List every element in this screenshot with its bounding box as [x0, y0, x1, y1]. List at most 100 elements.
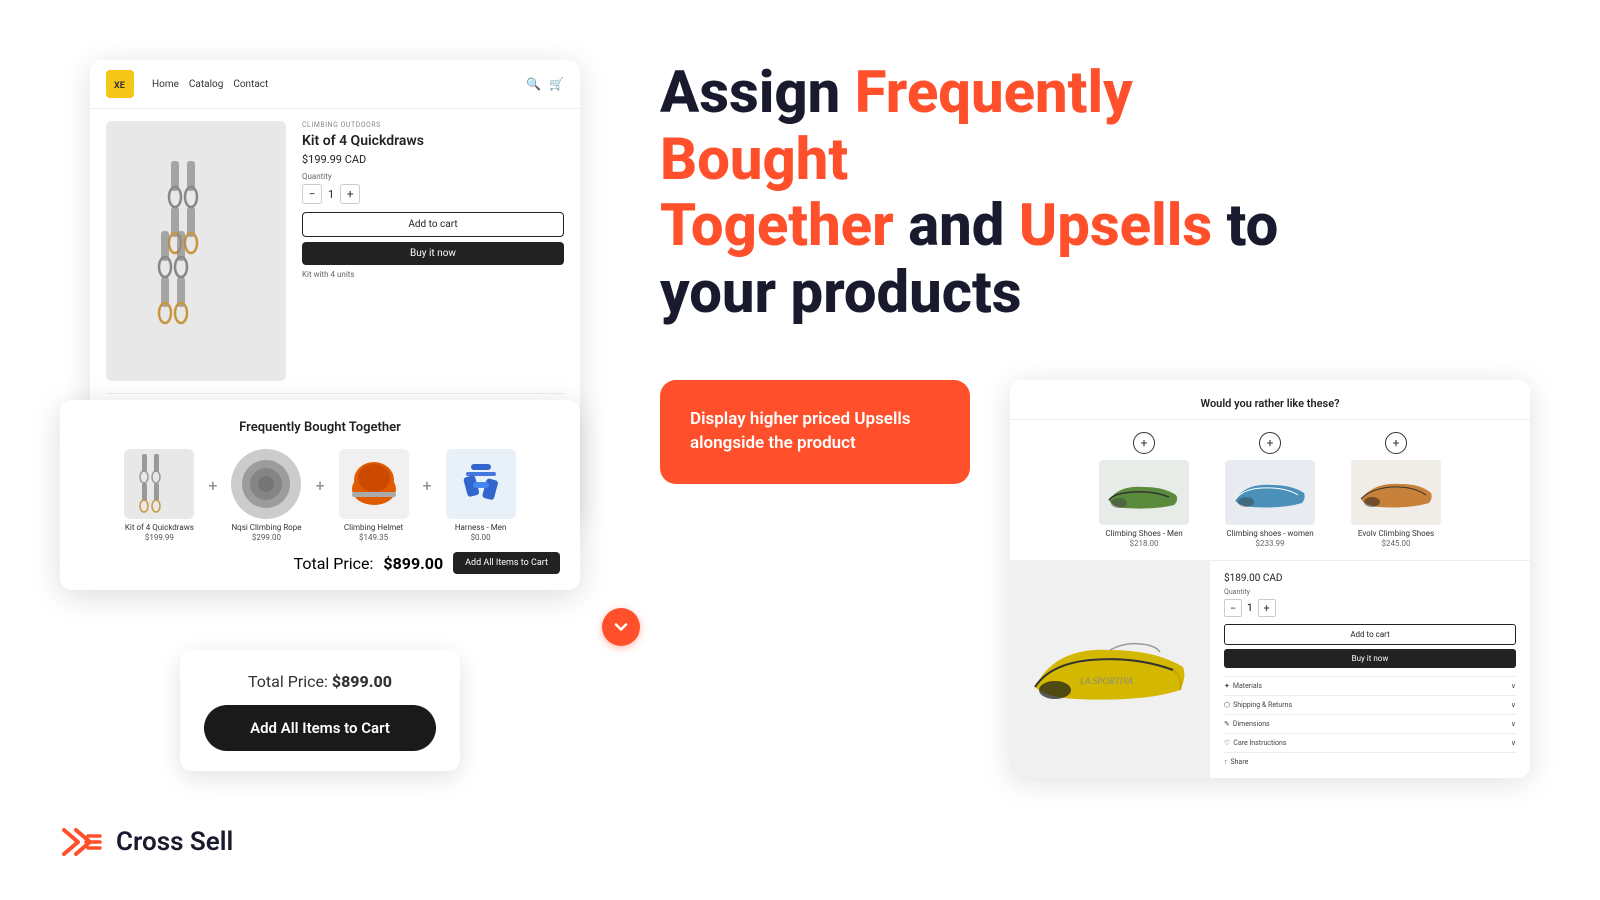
add-to-cart-button[interactable]: Add to cart: [302, 212, 564, 237]
would-you-title: Would you rather like these?: [1200, 397, 1339, 410]
qty-decrease[interactable]: −: [302, 184, 322, 204]
nav-home[interactable]: Home: [152, 79, 179, 90]
plus-2: +: [315, 476, 324, 495]
upsell-product-3: + Evolv Climbing Shoes $245.00: [1341, 432, 1451, 548]
nav-catalog[interactable]: Catalog: [189, 79, 223, 90]
fbt-img-4: [446, 449, 516, 519]
shoe-add-cart-button[interactable]: Add to cart: [1224, 624, 1516, 645]
kit-note: Kit with 4 units: [302, 270, 564, 279]
quantity-control: − 1 +: [302, 184, 564, 204]
plus-3: +: [423, 476, 432, 495]
cross-sell-logo-icon: [60, 820, 104, 864]
upsell-plus-icon-2[interactable]: +: [1259, 432, 1281, 454]
fbt-product-4: Harness - Men $0.00: [436, 449, 526, 542]
upsell-card: Would you rather like these? + Climbing …: [1010, 380, 1530, 778]
upsell-badge-text: Display higher priced Upsells alongside …: [690, 409, 911, 453]
upsell-plus-icon-1[interactable]: +: [1133, 432, 1155, 454]
upsell-img-2: [1225, 460, 1315, 525]
shoe-acc-dimensions[interactable]: ✎ Dimensions ∨: [1224, 714, 1516, 733]
shoe-qty-value: 1: [1247, 603, 1253, 614]
fbt-product-2: Nqsi Climbing Rope $299.00: [221, 449, 311, 542]
shoe-info-area: $189.00 CAD Quantity − 1 + Add to cart B…: [1210, 561, 1530, 778]
nav-contact[interactable]: Contact: [233, 79, 268, 90]
shoe-acc-care[interactable]: ♡ Care Instructions ∨: [1224, 733, 1516, 752]
search-icon[interactable]: 🔍: [526, 77, 541, 91]
fbt-name-3: Climbing Helmet: [344, 523, 403, 533]
fbt-summary: Total Price: $899.00 Add All Items to Ca…: [80, 552, 560, 574]
fbt-price-3: $149.35: [359, 533, 388, 542]
shoe-acc-materials[interactable]: ✦ Materials ∨: [1224, 676, 1516, 695]
upsell-img-1: [1099, 460, 1189, 525]
shoe-image-area: LA SPORTIVA: [1010, 561, 1210, 778]
fbt-name-1: Kit of 4 Quickdraws: [125, 523, 194, 533]
big-add-card: Total Price: $899.00 Add All Items to Ca…: [180, 650, 460, 771]
fbt-name-2: Nqsi Climbing Rope: [231, 523, 301, 533]
fbt-total-label: Total Price:: [294, 554, 374, 573]
fbt-total-price: $899.00: [383, 554, 443, 573]
cart-icon[interactable]: 🛒: [549, 77, 564, 91]
brand-name: Cross Sell: [116, 827, 233, 857]
shoe-share-icon: ↑: [1224, 758, 1228, 766]
shoe-accordion: ✦ Materials ∨ ⬡ Shipping & Returns ∨ ✎ D…: [1224, 676, 1516, 766]
product-brand: CLIMBING OUTDOORS: [302, 121, 564, 129]
add-all-items-button[interactable]: Add All Items to Cart: [204, 705, 436, 751]
shoe-acc-shipping[interactable]: ⬡ Shipping & Returns ∨: [1224, 695, 1516, 714]
quantity-label: Quantity: [302, 172, 564, 181]
nav-icons: 🔍 🛒: [526, 77, 564, 91]
shoe-dimensions-arrow: ∨: [1511, 720, 1516, 728]
headline-part1: Assign: [660, 59, 855, 127]
fbt-title: Frequently Bought Together: [80, 420, 560, 435]
upsell-pprice-3: $245.00: [1381, 539, 1410, 548]
collapse-chevron[interactable]: [602, 608, 640, 646]
headline: Assign Frequently BoughtTogether and Ups…: [660, 60, 1300, 327]
product-info: CLIMBING OUTDOORS Kit of 4 Quickdraws $1…: [302, 121, 564, 381]
fbt-products: Kit of 4 Quickdraws $199.99 + Nqsi Climb…: [80, 449, 560, 542]
fbt-price-1: $199.99: [145, 533, 174, 542]
shoe-care-icon: ♡: [1224, 739, 1230, 747]
buy-now-button[interactable]: Buy it now: [302, 242, 564, 265]
upsell-plus-icon-3[interactable]: +: [1385, 432, 1407, 454]
shopify-nav: XE Home Catalog Contact 🔍 🛒: [90, 60, 580, 109]
shoe-care-arrow: ∨: [1511, 739, 1516, 747]
right-panel: Assign Frequently BoughtTogether and Ups…: [660, 60, 1560, 367]
shoe-materials-arrow: ∨: [1511, 682, 1516, 690]
qty-value: 1: [328, 188, 334, 201]
shoe-dimensions-icon: ✎: [1224, 720, 1230, 728]
product-price: $199.99 CAD: [302, 153, 564, 166]
fbt-product-3: Climbing Helmet $149.35: [329, 449, 419, 542]
shoe-price: $189.00 CAD: [1224, 573, 1516, 584]
plus-1: +: [208, 476, 217, 495]
add-all-small-button[interactable]: Add All Items to Cart: [453, 552, 560, 574]
fbt-img-1: [124, 449, 194, 519]
shoe-qty-label: Quantity: [1224, 588, 1516, 596]
shoe-shipping-arrow: ∨: [1511, 701, 1516, 709]
shoe-qty-increase[interactable]: +: [1258, 599, 1276, 617]
fbt-price-4: $0.00: [471, 533, 491, 542]
product-area: CLIMBING OUTDOORS Kit of 4 Quickdraws $1…: [90, 109, 580, 393]
big-total-label: Total Price: $899.00: [204, 672, 436, 691]
left-panel: XE Home Catalog Contact 🔍 🛒: [60, 60, 620, 820]
product-title: Kit of 4 Quickdraws: [302, 133, 564, 149]
headline-accent2: Upsells: [1019, 192, 1212, 260]
fbt-card: Frequently Bought Together Ki: [60, 400, 580, 590]
would-you-bar: Would you rather like these?: [1010, 380, 1530, 420]
shoe-qty-decrease[interactable]: −: [1224, 599, 1242, 617]
nav-links: Home Catalog Contact: [152, 79, 268, 90]
product-image: [106, 121, 286, 381]
upsell-img-3: [1351, 460, 1441, 525]
brand-footer: Cross Sell: [60, 820, 233, 864]
upsell-pname-2: Climbing shoes - women: [1226, 529, 1313, 539]
shopify-logo: XE: [106, 70, 134, 98]
headline-part2: and: [894, 192, 1019, 260]
shoe-share-row[interactable]: ↑ Share: [1224, 752, 1516, 766]
fbt-img-2: [231, 449, 301, 519]
upsell-products-row: + Climbing Shoes - Men $218.00 +: [1010, 420, 1530, 560]
upsell-product-1: + Climbing Shoes - Men $218.00: [1089, 432, 1199, 548]
shoe-buy-now-button[interactable]: Buy it now: [1224, 649, 1516, 668]
fbt-price-2: $299.00: [252, 533, 281, 542]
upsell-pname-1: Climbing Shoes - Men: [1105, 529, 1182, 539]
shoe-shipping-icon: ⬡: [1224, 701, 1230, 709]
svg-text:XE: XE: [114, 81, 125, 91]
shoe-share-label: Share: [1231, 758, 1249, 766]
qty-increase[interactable]: +: [340, 184, 360, 204]
